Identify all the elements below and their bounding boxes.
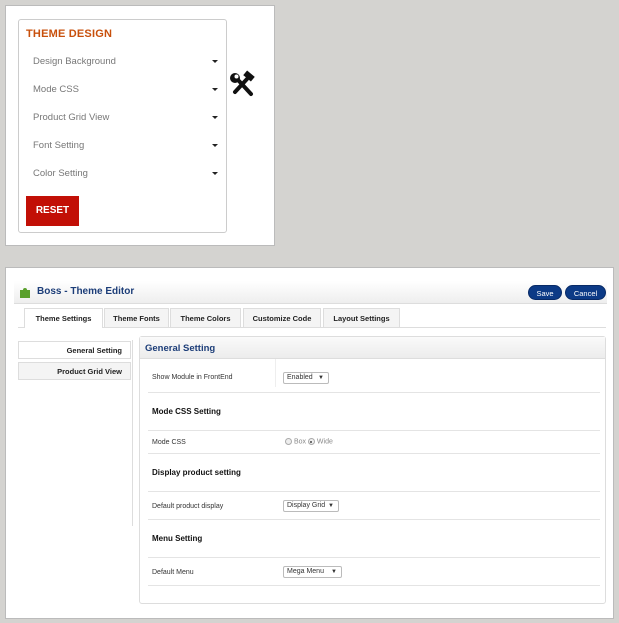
general-setting-panel: General Setting Show Module in FrontEnd … <box>139 336 606 604</box>
default-display-select[interactable]: Display Grid ▼ <box>283 500 339 512</box>
caret-down-icon: ▼ <box>318 375 324 381</box>
reset-button[interactable]: RESET <box>26 196 79 226</box>
mode-css-label: Mode CSS <box>152 439 186 446</box>
caret-down-icon <box>212 144 218 147</box>
theme-design-card: THEME DESIGN Design Background Mode CSS … <box>18 19 227 233</box>
design-background-item[interactable]: Design Background <box>33 56 218 72</box>
tab-theme-colors[interactable]: Theme Colors <box>170 308 241 327</box>
select-value: Mega Menu <box>287 568 324 575</box>
default-display-row: Default product display Display Grid ▼ <box>148 492 600 520</box>
sidebar-item-general-setting[interactable]: General Setting <box>18 341 131 359</box>
item-label: Design Background <box>33 56 116 67</box>
caret-down-icon <box>212 88 218 91</box>
color-setting-item[interactable]: Color Setting <box>33 168 218 184</box>
caret-down-icon <box>212 172 218 175</box>
default-display-label: Default product display <box>152 503 224 510</box>
item-label: Color Setting <box>33 168 88 179</box>
default-menu-label: Default Menu <box>152 569 194 576</box>
select-value: Display Grid <box>287 502 326 509</box>
tab-bar: Theme Settings Theme Fonts Theme Colors … <box>18 308 606 328</box>
editor-header: Boss - Theme Editor Save Cancel <box>14 281 607 304</box>
show-module-label: Show Module in FrontEnd <box>152 374 233 381</box>
font-setting-item[interactable]: Font Setting <box>33 140 218 156</box>
mode-css-radio-group: Box Wide <box>285 438 333 445</box>
tab-layout-settings[interactable]: Layout Settings <box>323 308 400 327</box>
sidebar-item-product-grid-view[interactable]: Product Grid View <box>18 362 131 380</box>
editor-title: Boss - Theme Editor <box>37 286 135 297</box>
puzzle-icon <box>20 288 30 298</box>
theme-design-panel: THEME DESIGN Design Background Mode CSS … <box>5 5 275 246</box>
show-module-select[interactable]: Enabled ▼ <box>283 372 329 384</box>
theme-editor-panel: Boss - Theme Editor Save Cancel Theme Se… <box>5 267 614 619</box>
show-module-row: Show Module in FrontEnd Enabled ▼ <box>148 359 600 393</box>
select-value: Enabled <box>287 374 313 381</box>
item-label: Mode CSS <box>33 84 79 95</box>
tab-theme-settings[interactable]: Theme Settings <box>24 308 103 328</box>
menu-section-heading: Menu Setting <box>152 534 203 543</box>
radio-box-label: Box <box>293 438 307 446</box>
mode-css-row: Mode CSS Box Wide <box>148 431 600 454</box>
caret-down-icon <box>212 116 218 119</box>
default-menu-row: Default Menu Mega Menu ▼ <box>148 558 600 586</box>
item-label: Product Grid View <box>33 112 110 123</box>
product-grid-view-item[interactable]: Product Grid View <box>33 112 218 128</box>
tab-theme-fonts[interactable]: Theme Fonts <box>104 308 169 327</box>
mode-css-section-row: Mode CSS Setting <box>148 393 600 431</box>
tab-customize-code[interactable]: Customize Code <box>243 308 321 327</box>
item-label: Font Setting <box>33 140 85 151</box>
save-button[interactable]: Save <box>528 285 562 300</box>
mode-css-item[interactable]: Mode CSS <box>33 84 218 100</box>
display-section-heading: Display product setting <box>152 468 241 477</box>
radio-box[interactable] <box>285 438 292 445</box>
display-section-row: Display product setting <box>148 454 600 492</box>
radio-wide-label: Wide <box>316 438 333 446</box>
menu-section-row: Menu Setting <box>148 520 600 558</box>
caret-down-icon: ▼ <box>331 569 337 575</box>
radio-wide[interactable] <box>307 438 315 445</box>
cancel-button[interactable]: Cancel <box>565 285 606 300</box>
settings-sidebar: General Setting Product Grid View <box>18 340 133 526</box>
default-menu-select[interactable]: Mega Menu ▼ <box>283 566 342 578</box>
tools-icon[interactable] <box>227 70 257 100</box>
mode-css-section-heading: Mode CSS Setting <box>152 407 221 416</box>
panel-title: General Setting <box>140 337 605 359</box>
caret-down-icon: ▼ <box>328 503 334 509</box>
theme-design-title: THEME DESIGN <box>26 28 113 40</box>
caret-down-icon <box>212 60 218 63</box>
